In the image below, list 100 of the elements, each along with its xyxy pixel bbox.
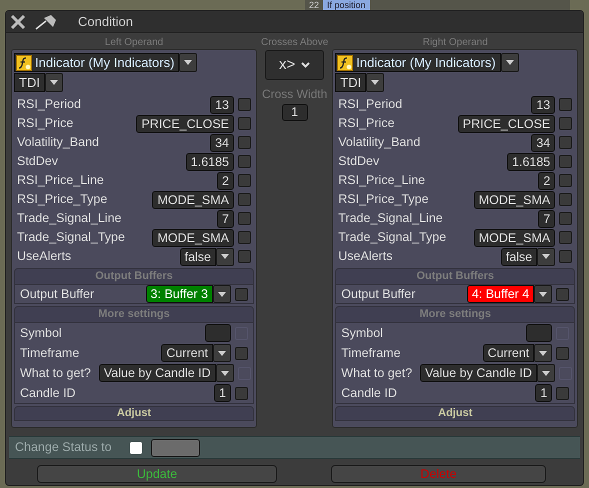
value-field[interactable]: 34: [210, 134, 234, 152]
value-field[interactable]: PRICE_CLOSE: [136, 114, 234, 132]
value-field[interactable]: MODE_SMA: [152, 190, 234, 208]
value-field[interactable]: 1: [535, 384, 552, 402]
checkbox[interactable]: [238, 98, 251, 111]
caret-icon: [50, 80, 58, 85]
field-label: Timeframe: [20, 344, 80, 362]
value-field[interactable]: false: [180, 248, 216, 266]
caret-icon: [221, 254, 229, 259]
checkbox[interactable]: [238, 193, 251, 206]
value-field[interactable]: 1.6185: [507, 152, 556, 170]
field-label: What to get?: [20, 364, 91, 382]
field-label: Volatility_Band: [17, 134, 100, 152]
checkbox[interactable]: [235, 386, 248, 400]
color-field[interactable]: [150, 438, 200, 456]
dropdown-button[interactable]: [534, 344, 552, 362]
field-label: UseAlerts: [338, 248, 392, 266]
buffer-dropdown[interactable]: 3: Buffer 3: [146, 285, 213, 303]
indicator-dropdown[interactable]: TDI: [14, 73, 45, 92]
checkbox[interactable]: [238, 155, 251, 168]
checkbox[interactable]: [238, 117, 251, 130]
checkbox[interactable]: [556, 386, 570, 400]
checkbox[interactable]: [559, 155, 572, 168]
dropdown-button[interactable]: [500, 53, 519, 72]
dropdown-button[interactable]: [216, 364, 234, 382]
buffer-dropdown[interactable]: 4: Buffer 4: [466, 285, 534, 303]
function-icon: [337, 54, 354, 70]
checkbox[interactable]: [559, 212, 572, 225]
value-field[interactable]: 7: [538, 210, 556, 228]
value-field[interactable]: 13: [531, 96, 556, 114]
close-icon[interactable]: [10, 14, 26, 28]
panel-title: Right Operand: [422, 36, 489, 49]
dropdown-button[interactable]: [534, 285, 552, 303]
field-label: Trade_Signal_Line: [17, 210, 122, 228]
value-field[interactable]: 1: [214, 384, 231, 402]
input-field[interactable]: [526, 324, 552, 342]
checkbox[interactable]: [238, 250, 251, 263]
value-field[interactable]: 13: [210, 96, 234, 114]
value-field[interactable]: 1: [282, 104, 308, 121]
value-field[interactable]: 34: [531, 134, 556, 152]
value-field[interactable]: MODE_SMA: [474, 190, 556, 208]
dropdown-button[interactable]: [213, 285, 231, 303]
caret-icon: [371, 80, 380, 85]
value-field[interactable]: false: [500, 248, 538, 266]
checkbox[interactable]: [238, 231, 251, 244]
field-label: RSI_Period: [338, 96, 402, 114]
source-dropdown[interactable]: Indicator (My Indicators): [14, 53, 180, 72]
dropdown-button[interactable]: [213, 344, 231, 362]
operator-dropdown[interactable]: x>: [265, 50, 324, 80]
checkbox[interactable]: [556, 346, 570, 360]
section-header: Output Buffers: [335, 268, 576, 285]
value-field[interactable]: Current: [161, 344, 213, 362]
checkbox[interactable]: [559, 174, 572, 187]
dropdown-button[interactable]: [366, 73, 384, 92]
input-field[interactable]: [205, 324, 231, 342]
checkbox[interactable]: [238, 136, 251, 149]
checkbox[interactable]: [238, 174, 251, 187]
field-label: Symbol: [341, 324, 383, 342]
checkbox[interactable]: [559, 117, 572, 130]
checkbox[interactable]: [559, 250, 572, 263]
pin-icon[interactable]: [34, 14, 58, 30]
dropdown-button[interactable]: [537, 248, 556, 266]
field-label: Output Buffer: [20, 286, 94, 303]
adjust-button[interactable]: Adjust: [335, 406, 576, 421]
source-dropdown[interactable]: Indicator (My Indicators): [335, 53, 501, 72]
list-item: If position: [323, 0, 370, 10]
field-label: Candle ID: [20, 384, 76, 402]
checkbox[interactable]: [556, 288, 570, 300]
checkbox[interactable]: [559, 136, 572, 149]
field-label: Change Status to: [15, 439, 112, 456]
field-label: Trade_Signal_Type: [338, 229, 446, 246]
field-label: What to get?: [341, 364, 412, 382]
field-label: Trade_Signal_Type: [17, 229, 125, 246]
value-field[interactable]: Current: [482, 344, 534, 362]
value-field[interactable]: PRICE_CLOSE: [458, 114, 556, 132]
function-icon: [16, 54, 32, 70]
indicator-dropdown[interactable]: TDI: [335, 73, 366, 92]
checkbox[interactable]: [559, 98, 572, 111]
chevron-icon: [301, 62, 310, 68]
field-label: Trade_Signal_Line: [338, 210, 443, 228]
checkbox[interactable]: [238, 212, 251, 225]
value-field[interactable]: 7: [217, 210, 234, 228]
adjust-button[interactable]: Adjust: [14, 406, 254, 421]
value-field[interactable]: 1.6185: [186, 152, 234, 170]
value-field[interactable]: MODE_SMA: [152, 228, 234, 246]
dropdown-button[interactable]: [44, 73, 63, 92]
dropdown-button[interactable]: [179, 53, 198, 72]
value-field[interactable]: MODE_SMA: [474, 228, 556, 246]
value-field[interactable]: 2: [538, 172, 556, 190]
checkbox[interactable]: [235, 288, 248, 300]
update-button[interactable]: Update: [37, 465, 277, 483]
row-number: 22: [308, 0, 320, 10]
checkbox[interactable]: [559, 231, 572, 244]
checkbox[interactable]: [130, 442, 142, 454]
value-field[interactable]: 2: [217, 172, 234, 190]
field-label: Volatility_Band: [338, 134, 420, 152]
dropdown-button[interactable]: [536, 364, 555, 382]
dropdown-button[interactable]: [216, 248, 234, 266]
checkbox[interactable]: [235, 346, 248, 360]
checkbox[interactable]: [559, 193, 572, 206]
